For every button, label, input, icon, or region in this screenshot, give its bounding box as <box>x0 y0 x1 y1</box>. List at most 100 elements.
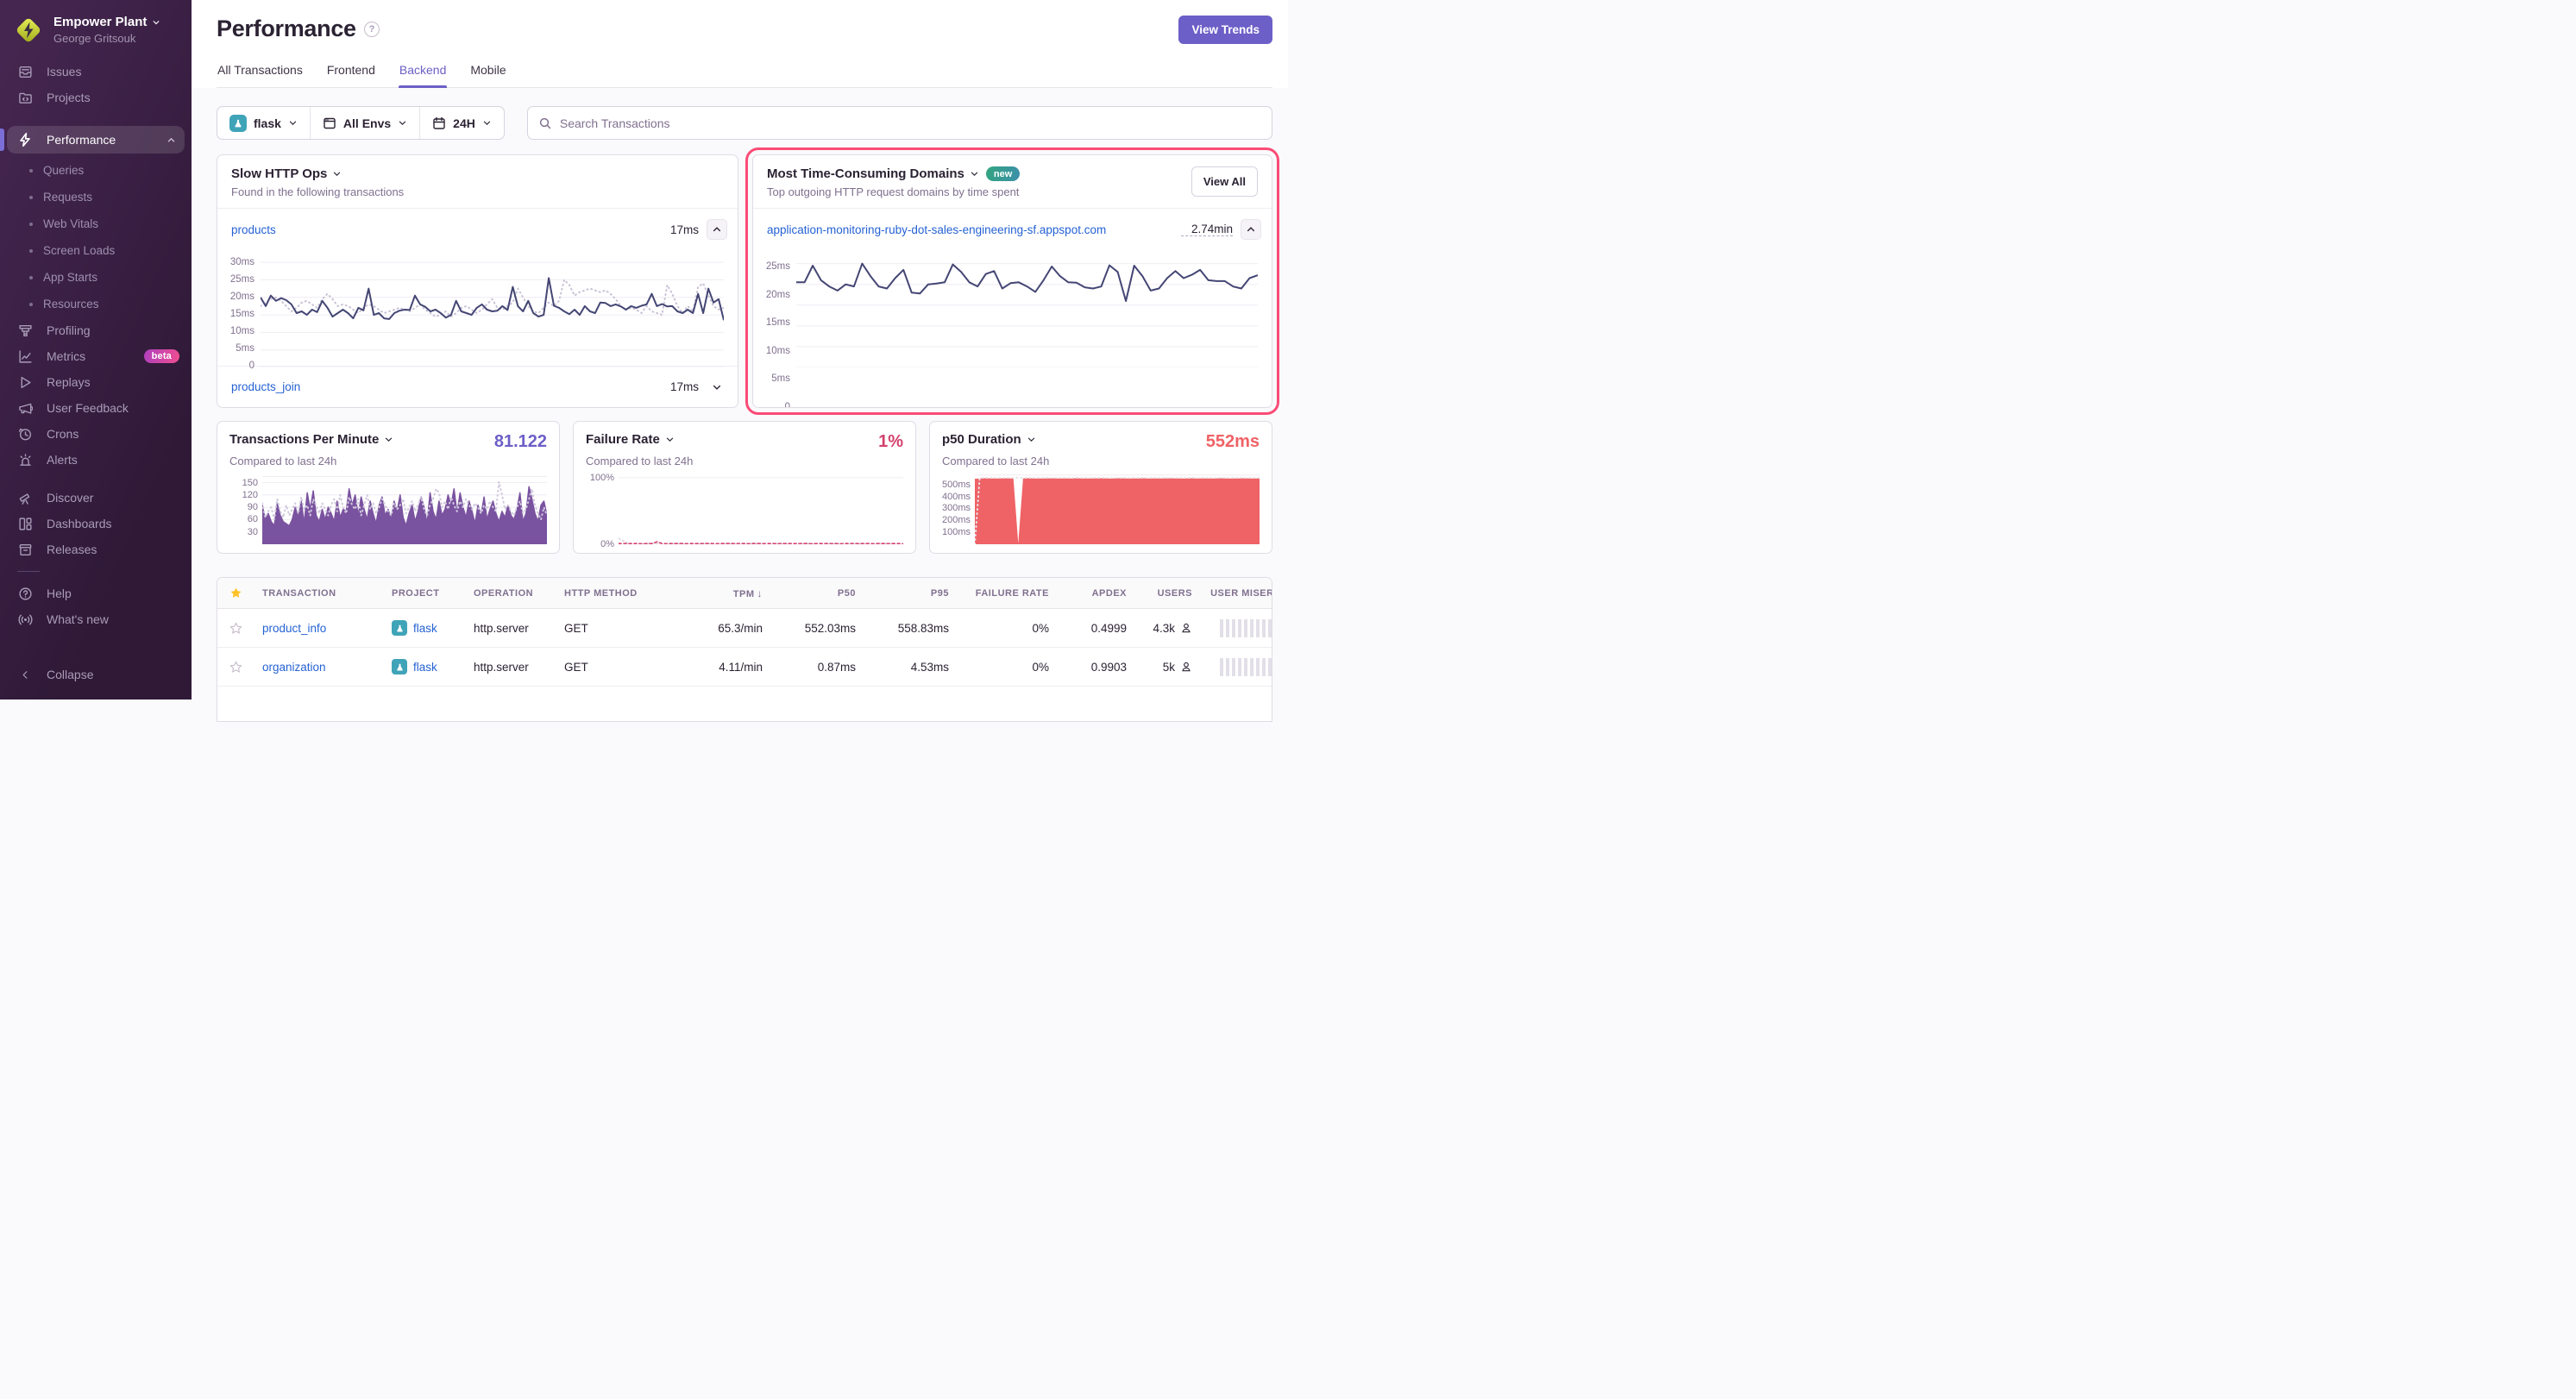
org-switcher[interactable]: Empower Plant George Gritsouk <box>0 9 192 59</box>
column-header-users[interactable]: USERS <box>1127 588 1192 599</box>
project-link[interactable]: flask <box>413 661 437 674</box>
column-header-apdex[interactable]: APDEX <box>1049 588 1127 599</box>
domain-link[interactable]: application-monitoring-ruby-dot-sales-en… <box>767 223 1106 236</box>
project-filter[interactable]: flask <box>217 107 310 139</box>
search-transactions-box <box>527 106 1272 140</box>
domain-time-value: 2.74min <box>1181 223 1233 236</box>
sidebar-item-discover[interactable]: Discover <box>0 485 192 511</box>
help-icon <box>17 586 33 601</box>
domains-subtitle: Top outgoing HTTP request domains by tim… <box>767 185 1020 198</box>
sidebar-item-metrics[interactable]: Metrics beta <box>0 343 192 369</box>
products-duration-value: 17ms <box>660 223 699 236</box>
column-header-operation[interactable]: OPERATION <box>474 588 564 599</box>
view-trends-button[interactable]: View Trends <box>1178 16 1272 44</box>
p50-chart: 500ms400ms300ms200ms100ms <box>942 474 1260 544</box>
sidebar-item-replays[interactable]: Replays <box>0 369 192 395</box>
page-help-icon[interactable]: ? <box>364 22 380 37</box>
tab-all-transactions[interactable]: All Transactions <box>217 63 304 87</box>
sidebar-item-crons[interactable]: Crons <box>0 421 192 447</box>
sidebar-item-web-vitals[interactable]: Web Vitals <box>0 210 192 237</box>
transactions-table: TRANSACTION PROJECT OPERATION HTTP METHO… <box>217 577 1272 722</box>
chevron-down-icon <box>1027 435 1036 444</box>
tpm-chart: 150120906030 <box>229 474 547 544</box>
star-column-header[interactable] <box>229 587 262 599</box>
sidebar-item-performance[interactable]: Performance <box>7 126 185 154</box>
domains-title-dropdown[interactable]: Most Time-Consuming Domains <box>767 166 979 181</box>
http-method-cell: GET <box>564 622 666 635</box>
chevron-down-icon <box>665 435 675 444</box>
domains-chart: 25ms20ms15ms10ms5ms0 <box>753 250 1272 407</box>
user-icon <box>1180 622 1192 634</box>
sidebar-item-profiling[interactable]: Profiling <box>0 317 192 343</box>
performance-icon <box>17 132 33 147</box>
tpm-value: 81.122 <box>494 432 547 452</box>
accordion-row-products-join: products_join 17ms <box>217 366 738 407</box>
project-link[interactable]: flask <box>413 622 437 635</box>
sidebar-item-dashboards[interactable]: Dashboards <box>0 511 192 536</box>
sidebar-collapse-button[interactable]: Collapse <box>0 662 192 687</box>
table-row: product_info flask http.server GET 65.3/… <box>217 609 1272 648</box>
favorite-star-icon[interactable] <box>229 622 262 635</box>
column-header-p50[interactable]: P50 <box>763 588 856 599</box>
sidebar-item-whats-new[interactable]: What's new <box>0 606 192 632</box>
tab-mobile[interactable]: Mobile <box>469 63 506 87</box>
sidebar-item-app-starts[interactable]: App Starts <box>0 264 192 291</box>
column-header-p95[interactable]: P95 <box>856 588 949 599</box>
failure-rate-widget-dropdown[interactable]: Failure Rate <box>586 432 675 447</box>
collapse-row-button[interactable] <box>1241 219 1261 240</box>
sidebar-item-queries[interactable]: Queries <box>0 157 192 184</box>
tab-backend[interactable]: Backend <box>399 63 447 87</box>
column-header-http-method[interactable]: HTTP METHOD <box>564 588 666 599</box>
sidebar-item-resources[interactable]: Resources <box>0 291 192 317</box>
sidebar-item-projects[interactable]: Projects <box>0 85 192 110</box>
favorite-star-icon[interactable] <box>229 661 262 674</box>
tab-frontend[interactable]: Frontend <box>326 63 376 87</box>
tpm-widget: Transactions Per Minute 81.122 Compared … <box>217 421 560 554</box>
transaction-link-products[interactable]: products <box>231 223 276 236</box>
sidebar-item-user-feedback[interactable]: User Feedback <box>0 395 192 421</box>
tpm-cell: 65.3/min <box>666 622 763 635</box>
tpm-cell: 4.11/min <box>666 661 763 674</box>
most-time-consuming-domains-panel: Most Time-Consuming Domains new Top outg… <box>752 154 1272 408</box>
sidebar-divider <box>17 571 40 572</box>
sidebar-item-alerts[interactable]: Alerts <box>0 447 192 473</box>
operation-cell: http.server <box>474 661 564 674</box>
p50-widget-dropdown[interactable]: p50 Duration <box>942 432 1036 447</box>
transaction-link-products-join[interactable]: products_join <box>231 380 300 393</box>
transaction-link[interactable]: product_info <box>262 622 326 635</box>
failure-rate-widget: Failure Rate 1% Compared to last 24h 100… <box>573 421 916 554</box>
sidebar-item-issues[interactable]: Issues <box>0 59 192 85</box>
sidebar-item-screen-loads[interactable]: Screen Loads <box>0 237 192 264</box>
slow-http-plot <box>261 255 724 367</box>
sidebar-item-requests[interactable]: Requests <box>0 184 192 210</box>
column-header-tpm[interactable]: TPM↓ <box>666 587 763 599</box>
flask-project-icon <box>392 620 407 636</box>
user-icon <box>1180 661 1192 673</box>
table-header: TRANSACTION PROJECT OPERATION HTTP METHO… <box>217 578 1272 609</box>
column-header-failure-rate[interactable]: FAILURE RATE <box>949 588 1049 599</box>
domains-plot <box>796 255 1258 367</box>
column-header-project[interactable]: PROJECT <box>392 588 474 599</box>
tpm-plot <box>262 474 547 544</box>
user-misery-score-bar <box>1192 658 1272 676</box>
search-transactions-input[interactable] <box>560 116 1261 130</box>
transaction-link[interactable]: organization <box>262 661 326 674</box>
sidebar-item-help[interactable]: Help <box>0 580 192 606</box>
dashboards-icon <box>17 516 33 531</box>
tpm-widget-dropdown[interactable]: Transactions Per Minute <box>229 432 393 447</box>
date-range-filter[interactable]: 24H <box>419 107 504 139</box>
slow-http-ops-title-dropdown[interactable]: Slow HTTP Ops <box>231 166 404 181</box>
column-header-transaction[interactable]: TRANSACTION <box>262 588 392 599</box>
metrics-icon <box>17 348 33 364</box>
sidebar-item-releases[interactable]: Releases <box>0 536 192 562</box>
view-all-button[interactable]: View All <box>1191 166 1258 197</box>
http-method-cell: GET <box>564 661 666 674</box>
collapse-row-button[interactable] <box>707 219 727 240</box>
expand-row-button[interactable] <box>707 377 727 398</box>
apdex-cell: 0.9903 <box>1049 661 1127 674</box>
environment-filter[interactable]: All Envs <box>310 107 419 139</box>
p95-cell: 558.83ms <box>856 622 949 635</box>
column-header-user-misery[interactable]: USER MISERY <box>1192 588 1272 599</box>
broadcast-icon <box>17 612 33 627</box>
apdex-cell: 0.4999 <box>1049 622 1127 635</box>
